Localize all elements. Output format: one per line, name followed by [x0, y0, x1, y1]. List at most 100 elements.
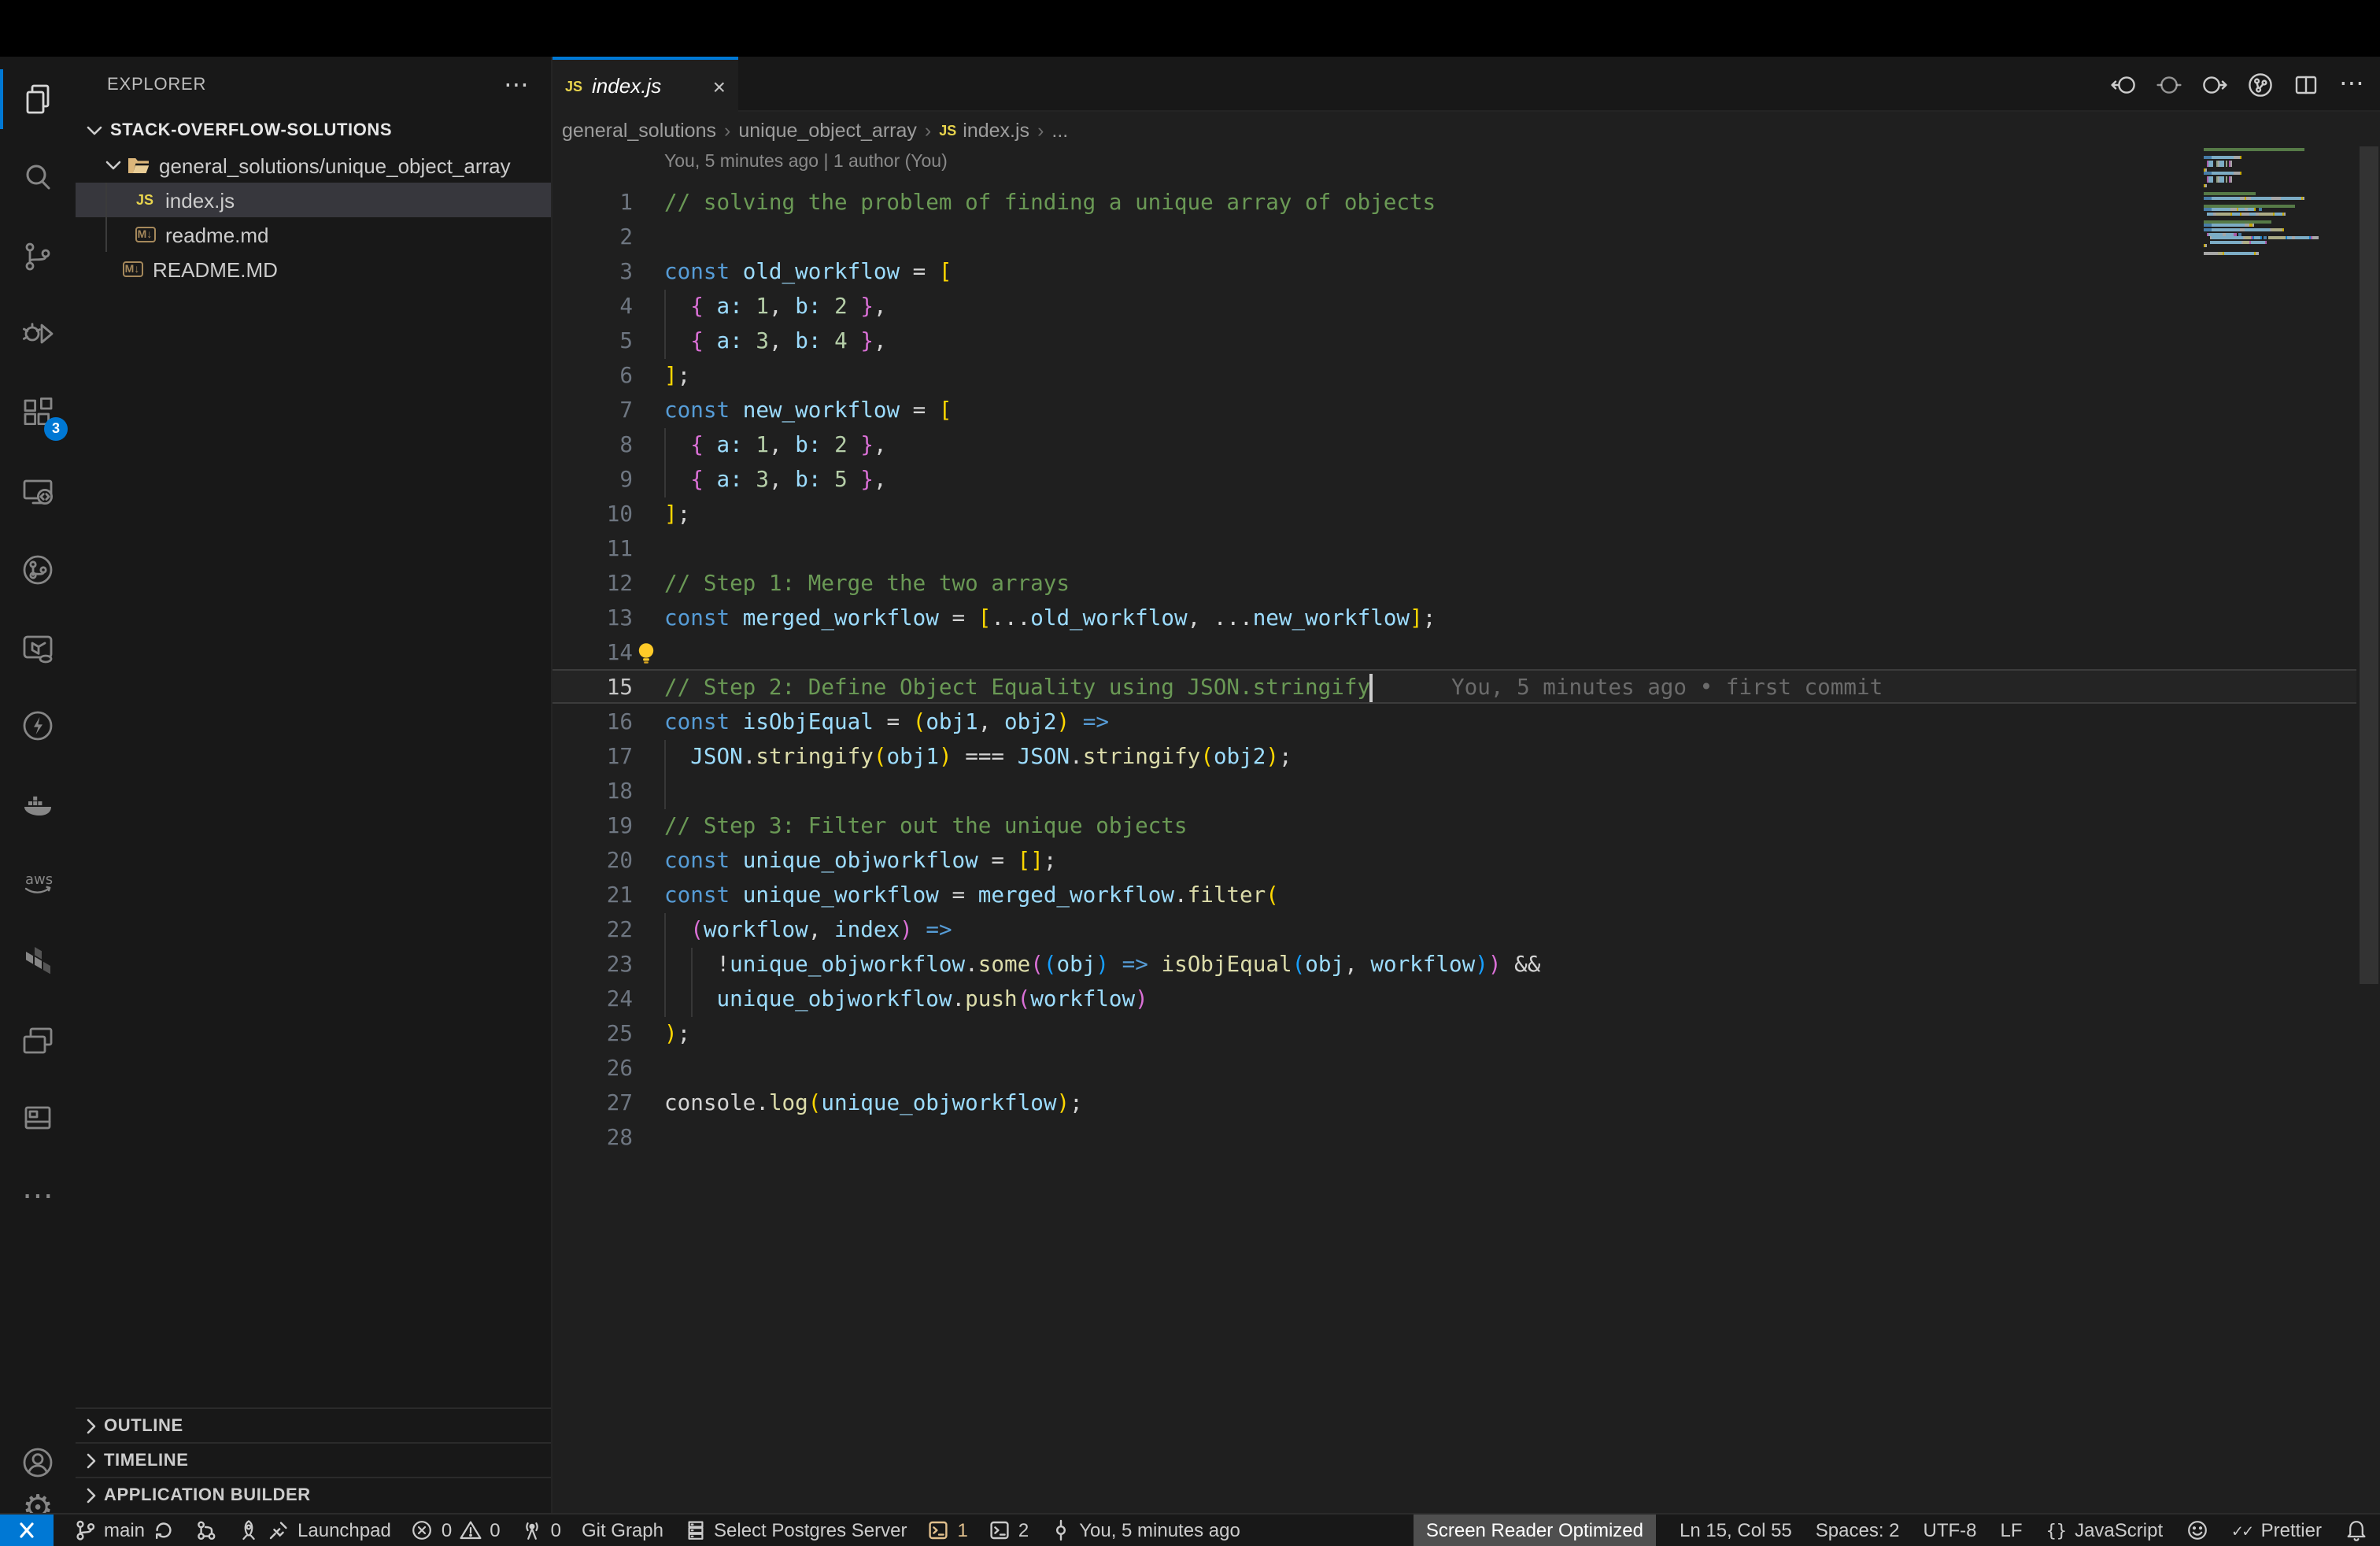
more-actions-icon[interactable]: ⋯: [504, 69, 529, 101]
minimap-line: [2265, 240, 2267, 243]
code-line[interactable]: 2: [552, 220, 2356, 255]
activity-item-remote-explorer[interactable]: [0, 460, 76, 523]
tree-item-readme-md[interactable]: M↓readme.md: [76, 217, 551, 252]
code-line[interactable]: 17 JSON.stringify(obj1) === JSON.stringi…: [552, 740, 2356, 775]
eol-indicator[interactable]: LF: [2001, 1515, 2023, 1546]
section-application-builder[interactable]: APPLICATION BUILDER: [76, 1477, 551, 1511]
code-token: =: [874, 710, 913, 735]
section-outline[interactable]: OUTLINE: [76, 1407, 551, 1442]
remote-indicator[interactable]: [0, 1515, 54, 1546]
code-line[interactable]: 13const merged_workflow = [...old_workfl…: [552, 601, 2356, 636]
activity-item-explorer[interactable]: [0, 68, 76, 131]
code-line[interactable]: 5 { a: 3, b: 4 },: [552, 324, 2356, 359]
code-token: &&: [1502, 952, 1554, 978]
git-branch-main[interactable]: main: [74, 1515, 175, 1546]
code-line[interactable]: 7const new_workflow = [: [552, 394, 2356, 428]
code-line[interactable]: 8 { a: 1, b: 2 },: [552, 428, 2356, 463]
ports-indicator[interactable]: 0: [521, 1515, 561, 1546]
breadcrumb-item[interactable]: unique_object_array: [738, 120, 917, 142]
prettier-status[interactable]: ✓✓Prettier: [2232, 1515, 2322, 1546]
cursor-position[interactable]: Ln 15, Col 55: [1680, 1515, 1792, 1546]
breadcrumb-item[interactable]: general_solutions: [562, 120, 716, 142]
breadcrumb-item[interactable]: JSindex.js: [939, 120, 1029, 142]
source-control-graph-button[interactable]: [195, 1515, 217, 1546]
lightbulb-icon[interactable]: [634, 641, 658, 672]
gitlens-codelens[interactable]: You, 5 minutes ago | 1 author (You): [664, 153, 948, 172]
terminal-1-button[interactable]: 1: [927, 1515, 967, 1546]
activity-item-more-views[interactable]: ⋯: [0, 1165, 76, 1228]
activity-item-thunder-client[interactable]: [0, 695, 76, 758]
close-icon[interactable]: ×: [713, 73, 726, 98]
minimap-line: [2205, 244, 2207, 247]
activity-item-infracost[interactable]: [0, 616, 76, 679]
scrollbar-thumb[interactable]: [2360, 146, 2378, 984]
code-line[interactable]: 11: [552, 532, 2356, 567]
activity-item-storage[interactable]: [0, 1087, 76, 1150]
tree-item-general-solutions-unique-object-array[interactable]: general_solutions/unique_object_array: [76, 148, 551, 183]
activity-item-terraform[interactable]: [0, 930, 76, 993]
code-line[interactable]: 25);: [552, 1017, 2356, 1052]
language-mode[interactable]: {}JavaScript: [2046, 1515, 2164, 1546]
code-line[interactable]: 3const old_workflow = [: [552, 255, 2356, 290]
tree-item-readme-md[interactable]: M↓README.MD: [76, 252, 551, 287]
breadcrumb-item[interactable]: ...: [1051, 120, 1068, 142]
code-line[interactable]: 10];: [552, 497, 2356, 532]
code-line[interactable]: 4 { a: 1, b: 2 },: [552, 290, 2356, 324]
tree-item-index-js[interactable]: JSindex.js: [76, 183, 551, 217]
code-token: stringify: [1083, 745, 1201, 770]
gitlens-graph[interactable]: [2248, 72, 2273, 97]
tree-item-stack-overflow-solutions[interactable]: STACK-OVERFLOW-SOLUTIONS: [76, 113, 551, 148]
line-number: 3: [552, 255, 633, 290]
code-line[interactable]: 23 !unique_objworkflow.some((obj) => isO…: [552, 948, 2356, 982]
code-line[interactable]: 18: [552, 775, 2356, 809]
more-actions[interactable]: ⋯: [2339, 72, 2364, 97]
activity-item-aws-toolkit[interactable]: aws: [0, 852, 76, 915]
code-line[interactable]: 24 unique_objworkflow.push(workflow): [552, 982, 2356, 1017]
gitlens-blame-status[interactable]: You, 5 minutes ago: [1049, 1515, 1240, 1546]
section-timeline[interactable]: TIMELINE: [76, 1442, 551, 1477]
nav-previous-change[interactable]: [2111, 72, 2136, 97]
line-number: 22: [552, 913, 633, 948]
code-line[interactable]: 20const unique_objworkflow = [];: [552, 844, 2356, 878]
activity-item-source-control[interactable]: [0, 224, 76, 287]
feedback-smiley[interactable]: [2186, 1515, 2208, 1546]
code-line[interactable]: 22 (workflow, index) =>: [552, 913, 2356, 948]
code-line[interactable]: 28: [552, 1121, 2356, 1156]
git-graph-button[interactable]: Git Graph: [582, 1515, 663, 1546]
status-label: Launchpad: [298, 1519, 391, 1541]
screen-reader-mode[interactable]: Screen Reader Optimized: [1414, 1515, 1656, 1546]
code-token: const: [664, 606, 730, 631]
problems-indicator[interactable]: 00: [412, 1515, 501, 1546]
line-number: 21: [552, 878, 633, 913]
code-line[interactable]: 19// Step 3: Filter out the unique objec…: [552, 809, 2356, 844]
code-line[interactable]: 21const unique_workflow = merged_workflo…: [552, 878, 2356, 913]
encoding[interactable]: UTF-8: [1924, 1515, 1977, 1546]
split-editor[interactable]: [2293, 72, 2319, 97]
code-line[interactable]: 14: [552, 636, 2356, 671]
postgres-server-button[interactable]: Select Postgres Server: [684, 1515, 907, 1546]
activity-item-docker[interactable]: [0, 773, 76, 836]
code-line[interactable]: 26: [552, 1052, 2356, 1086]
activity-item-run-debug[interactable]: [0, 303, 76, 366]
indentation[interactable]: Spaces: 2: [1816, 1515, 1900, 1546]
activity-item-search[interactable]: [0, 146, 76, 209]
activity-item-extensions[interactable]: 3: [0, 381, 76, 444]
code-line[interactable]: 15// Step 2: Define Object Equality usin…: [552, 671, 2356, 705]
launchpad-button[interactable]: Launchpad: [238, 1515, 391, 1546]
code-line[interactable]: 12// Step 1: Merge the two arrays: [552, 567, 2356, 601]
activity-item-window-layers[interactable]: [0, 1008, 76, 1071]
minimap[interactable]: [2204, 148, 2356, 290]
nav-next-change[interactable]: [2202, 72, 2227, 97]
code-line[interactable]: 27console.log(unique_objworkflow);: [552, 1086, 2356, 1121]
notifications-bell[interactable]: [2345, 1515, 2367, 1546]
code-line[interactable]: 16const isObjEqual = (obj1, obj2) =>: [552, 705, 2356, 740]
code-line[interactable]: 6];: [552, 359, 2356, 394]
nav-current-change[interactable]: [2156, 72, 2182, 97]
terminal-2-button[interactable]: 2: [989, 1515, 1029, 1546]
code-token: }: [860, 294, 874, 320]
code-line[interactable]: 1// solving the problem of finding a uni…: [552, 186, 2356, 220]
tab-indexjs[interactable]: JS index.js ×: [552, 57, 738, 112]
code-line[interactable]: 9 { a: 3, b: 5 },: [552, 463, 2356, 497]
activity-item-gitlens[interactable]: [0, 538, 76, 601]
editor-scrollbar[interactable]: [2358, 134, 2380, 1456]
